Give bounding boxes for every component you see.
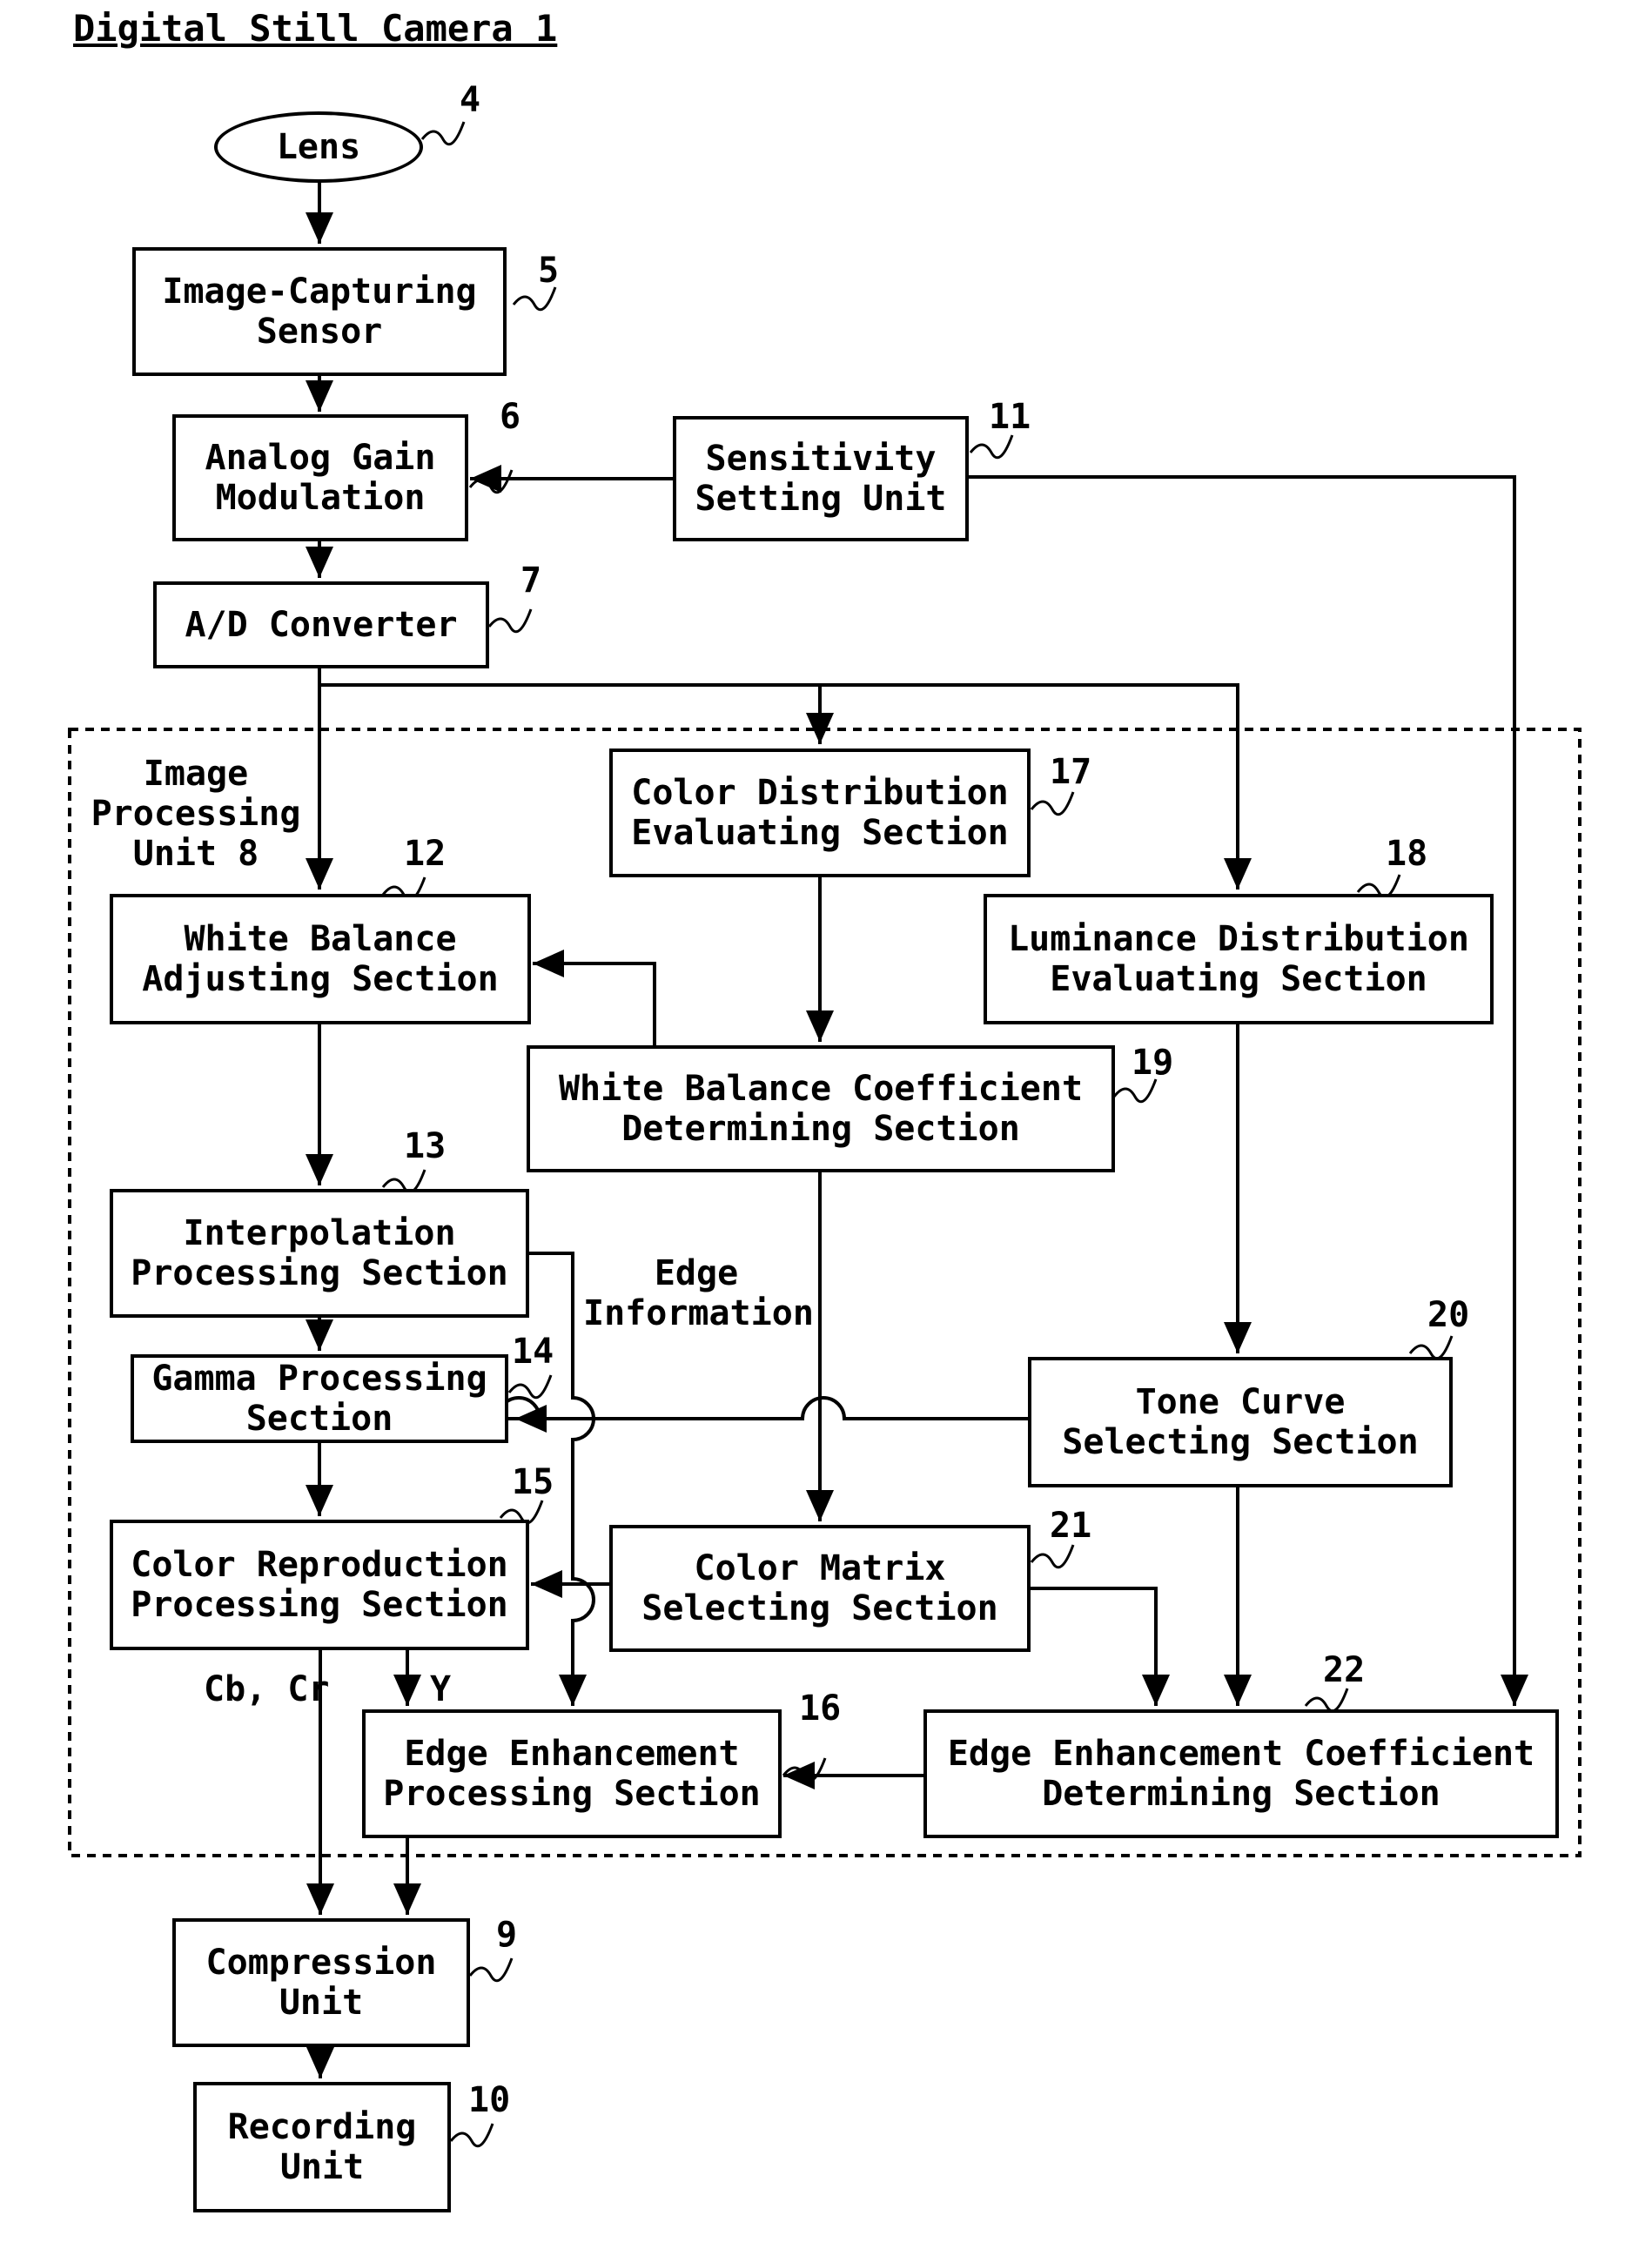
ref-15: 15 <box>512 1462 554 1502</box>
ref-16: 16 <box>799 1688 842 1729</box>
ref-21: 21 <box>1050 1506 1092 1546</box>
wb-coefficient-block: White Balance Coefficient Determining Se… <box>527 1045 1115 1172</box>
y-label: Y <box>430 1669 452 1709</box>
analog-gain-block: Analog Gain Modulation <box>172 414 468 541</box>
tone-curve-block: Tone Curve Selecting Section <box>1028 1357 1453 1487</box>
ref-13: 13 <box>404 1126 447 1166</box>
ref-22: 22 <box>1323 1650 1366 1690</box>
cbcr-label: Cb, Cr <box>204 1669 330 1709</box>
ad-converter-block: A/D Converter <box>153 581 489 668</box>
ref-20: 20 <box>1427 1295 1470 1335</box>
gamma-block: Gamma Processing Section <box>131 1354 508 1443</box>
compression-block: Compression Unit <box>172 1918 470 2047</box>
ref-5: 5 <box>538 251 560 291</box>
ref-17: 17 <box>1050 752 1092 792</box>
ref-12: 12 <box>404 834 447 874</box>
ref-9: 9 <box>496 1915 518 1955</box>
edge-enhancement-coefficient-block: Edge Enhancement Coefficient Determining… <box>923 1709 1559 1838</box>
color-matrix-block: Color Matrix Selecting Section <box>609 1525 1031 1652</box>
interpolation-block: Interpolation Processing Section <box>110 1189 529 1318</box>
ref-7: 7 <box>520 561 542 601</box>
sensitivity-block: Sensitivity Setting Unit <box>673 416 969 541</box>
wb-adjusting-block: White Balance Adjusting Section <box>110 894 531 1024</box>
ref-6: 6 <box>500 397 521 437</box>
diagram-title: Digital Still Camera 1 <box>73 7 558 50</box>
color-distribution-block: Color Distribution Evaluating Section <box>609 749 1031 877</box>
edge-information-label: Edge Information <box>583 1253 814 1333</box>
ref-11: 11 <box>989 397 1031 437</box>
luminance-distribution-block: Luminance Distribution Evaluating Sectio… <box>984 894 1494 1024</box>
edge-enhancement-processing-block: Edge Enhancement Processing Section <box>362 1709 782 1838</box>
ref-19: 19 <box>1132 1043 1174 1083</box>
ref-18: 18 <box>1386 834 1428 874</box>
ref-10: 10 <box>468 2080 511 2120</box>
sensor-block: Image-Capturing Sensor <box>132 247 507 376</box>
image-processing-unit-label: Image Processing Unit 8 <box>91 754 301 874</box>
lens-node: Lens <box>214 111 423 183</box>
ref-14: 14 <box>512 1332 554 1372</box>
ref-4: 4 <box>460 80 481 120</box>
lens-label: Lens <box>276 127 361 167</box>
color-reproduction-block: Color Reproduction Processing Section <box>110 1520 529 1650</box>
recording-block: Recording Unit <box>193 2082 451 2212</box>
